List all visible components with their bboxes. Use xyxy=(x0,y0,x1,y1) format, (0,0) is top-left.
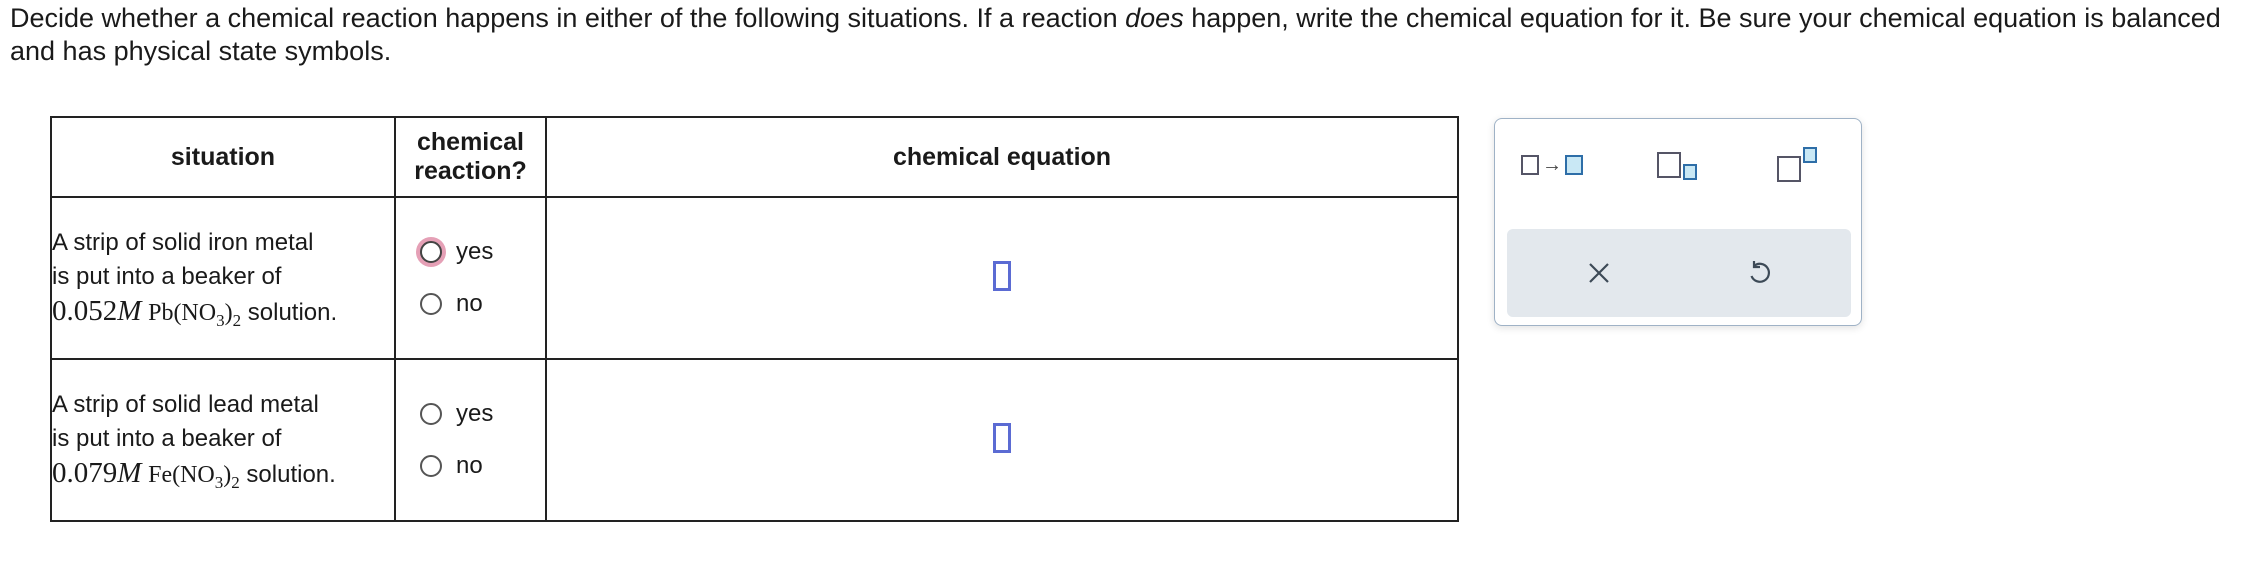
palette-actions xyxy=(1507,229,1851,317)
clear-icon[interactable] xyxy=(1575,249,1623,297)
option-yes[interactable]: yes xyxy=(396,388,545,440)
equation-cell xyxy=(545,196,1459,360)
reaction-choice-cell: yes no xyxy=(394,196,547,360)
option-no[interactable]: no xyxy=(396,440,545,492)
option-yes[interactable]: yes xyxy=(396,226,545,278)
table-header-row: situation chemical reaction? chemical equ… xyxy=(50,116,1459,198)
solution-formula: Pb(NO3)2 xyxy=(148,300,242,330)
instructions-emphasis: does xyxy=(1125,3,1184,33)
concentration-value: 0.052M xyxy=(52,295,142,327)
solution-formula: Fe(NO3)2 xyxy=(148,462,240,492)
equation-input[interactable] xyxy=(993,260,1011,291)
header-chemical-reaction: chemical reaction? xyxy=(394,116,547,198)
radio-yes[interactable] xyxy=(420,241,442,263)
equation-input[interactable] xyxy=(993,422,1011,453)
option-no[interactable]: no xyxy=(396,278,545,330)
reaction-arrow-icon[interactable]: → xyxy=(1521,145,1583,185)
equation-palette: → xyxy=(1494,118,1862,326)
palette-tools: → xyxy=(1495,145,1861,185)
table-row: A strip of solid lead metal is put into … xyxy=(50,358,1459,522)
subscript-icon[interactable] xyxy=(1657,145,1697,185)
situation-cell: A strip of solid lead metal is put into … xyxy=(50,358,396,522)
concentration-value: 0.079M xyxy=(52,457,142,489)
table-row: A strip of solid iron metal is put into … xyxy=(50,196,1459,360)
radio-no[interactable] xyxy=(420,455,442,477)
radio-yes[interactable] xyxy=(420,403,442,425)
radio-no[interactable] xyxy=(420,293,442,315)
superscript-icon[interactable] xyxy=(1777,145,1817,185)
reaction-table: situation chemical reaction? chemical equ… xyxy=(50,116,1459,522)
header-situation: situation xyxy=(50,116,396,198)
header-chemical-equation: chemical equation xyxy=(545,116,1459,198)
reaction-choice-cell: yes no xyxy=(394,358,547,522)
instructions-text: Decide whether a chemical reaction happe… xyxy=(10,3,2221,66)
undo-icon[interactable] xyxy=(1735,249,1783,297)
equation-cell xyxy=(545,358,1459,522)
situation-cell: A strip of solid iron metal is put into … xyxy=(50,196,396,360)
